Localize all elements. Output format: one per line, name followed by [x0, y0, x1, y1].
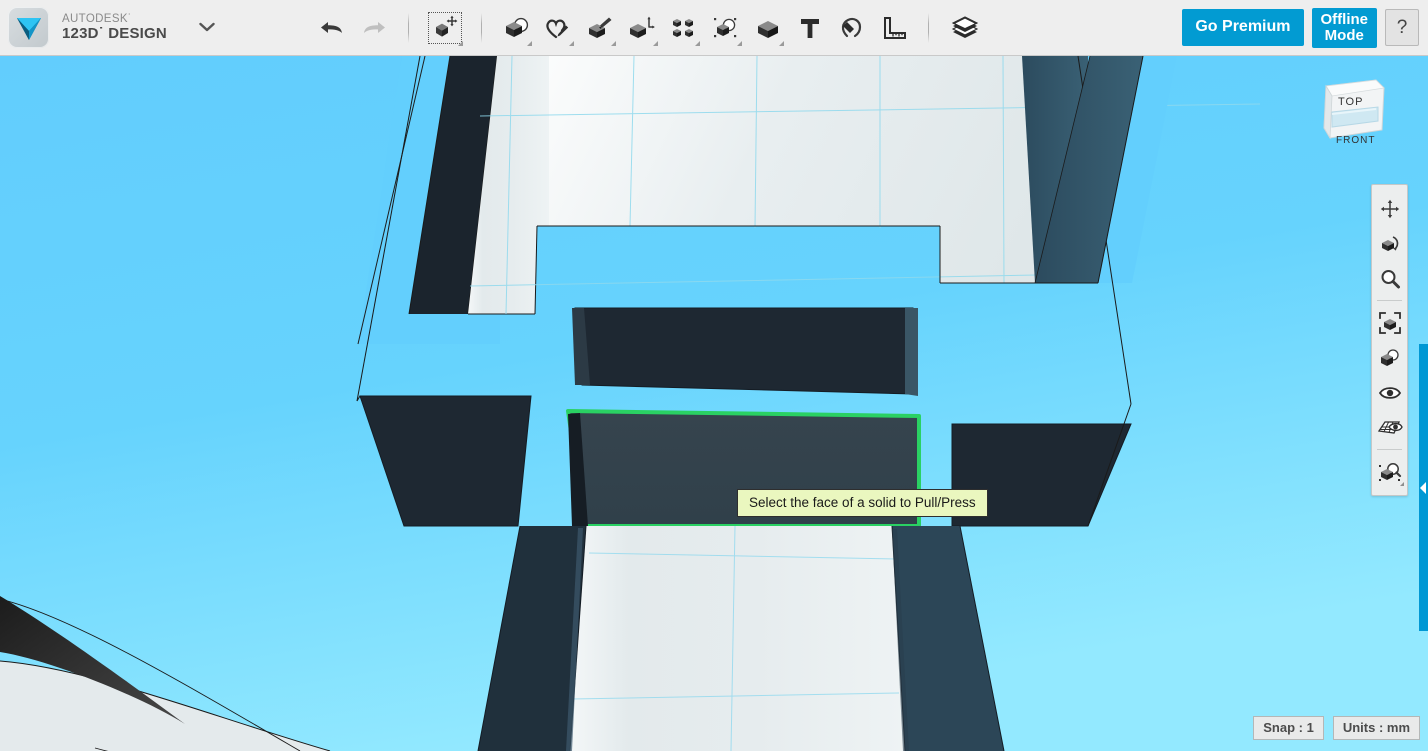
app-window: AUTODESK˙ 123D˙ DESIGN: [0, 0, 1428, 751]
units-chip[interactable]: Units : mm: [1333, 716, 1420, 740]
display-mode-button[interactable]: [1372, 454, 1407, 489]
pan-button[interactable]: [1372, 191, 1407, 226]
autodesk-123d-logo-icon: [8, 7, 49, 48]
view-cube[interactable]: TOP FRONT: [1318, 72, 1390, 152]
flyout-corner-icon: [695, 41, 700, 46]
go-premium-button[interactable]: Go Premium: [1182, 9, 1303, 46]
undo-button[interactable]: [311, 6, 353, 50]
offline-mode-button[interactable]: Offline Mode: [1312, 8, 1378, 48]
toolbar-group-modeling: [495, 6, 915, 50]
orbit-button[interactable]: [1372, 226, 1407, 261]
flyout-corner-icon: [527, 41, 532, 46]
transform-button[interactable]: [422, 6, 468, 50]
nav-separator: [1377, 449, 1402, 450]
chevron-left-icon: [1420, 482, 1426, 494]
grid-snap-button[interactable]: [1372, 410, 1407, 445]
brand-text: AUTODESK˙ 123D˙ DESIGN: [62, 13, 167, 42]
pattern-button[interactable]: [663, 6, 705, 50]
redo-button[interactable]: [353, 6, 395, 50]
toolbar-group-transform: [422, 6, 468, 50]
3d-model-scene[interactable]: [0, 56, 1428, 751]
grouping-button[interactable]: [705, 6, 747, 50]
materials-button[interactable]: [942, 6, 988, 50]
zoom-button[interactable]: [1372, 261, 1407, 296]
view-navigation-panel: [1371, 184, 1408, 496]
3d-viewport[interactable]: TOP FRONT: [0, 56, 1428, 751]
brand-line-product: 123D˙ DESIGN: [62, 26, 167, 42]
flyout-corner-icon: [737, 41, 742, 46]
toolbar-divider: [928, 13, 929, 43]
eye-icon: [1378, 384, 1402, 402]
primitives-button[interactable]: [495, 6, 537, 50]
text-button[interactable]: [789, 6, 831, 50]
measure-button[interactable]: [873, 6, 915, 50]
four-arrows-pan-icon: [1379, 198, 1401, 220]
toolbar-divider: [408, 13, 409, 43]
flyout-corner-icon: [611, 41, 616, 46]
snap-button[interactable]: [831, 6, 873, 50]
visibility-button[interactable]: [1372, 375, 1407, 410]
construct-button[interactable]: [579, 6, 621, 50]
brand: AUTODESK˙ 123D˙ DESIGN: [0, 7, 215, 48]
grid-eye-icon: [1377, 418, 1403, 438]
flyout-corner-icon: [1400, 482, 1404, 486]
nav-separator: [1377, 300, 1402, 301]
flyout-corner-icon: [779, 41, 784, 46]
help-button[interactable]: ?: [1385, 9, 1419, 46]
view-style-button[interactable]: [1372, 340, 1407, 375]
top-toolbar: AUTODESK˙ 123D˙ DESIGN: [0, 0, 1428, 56]
cube-sphere-shading-icon: [1378, 347, 1402, 369]
sketch-button[interactable]: [537, 6, 579, 50]
flyout-corner-icon: [653, 41, 658, 46]
snap-chip[interactable]: Snap : 1: [1253, 716, 1324, 740]
modify-button[interactable]: [621, 6, 663, 50]
flyout-corner-icon: [458, 41, 463, 46]
chevron-down-icon[interactable]: [199, 19, 215, 37]
panel-collapse-strip[interactable]: [1419, 344, 1428, 631]
viewport-tooltip: Select the face of a solid to Pull/Press: [737, 489, 988, 517]
combine-button[interactable]: [747, 6, 789, 50]
cube-magnifier-icon: [1378, 461, 1402, 483]
magnifier-icon: [1379, 268, 1401, 290]
brand-line-autodesk: AUTODESK˙: [62, 13, 167, 25]
toolbar-group-history: [311, 6, 395, 50]
status-bar: Snap : 1 Units : mm: [1253, 716, 1420, 740]
cube-orbit-icon: [1378, 233, 1402, 255]
fit-button[interactable]: [1372, 305, 1407, 340]
toolbar-actions: Go Premium Offline Mode ?: [1182, 8, 1428, 48]
flyout-corner-icon: [569, 41, 574, 46]
toolbar-group-materials: [942, 6, 988, 50]
cube-bracket-fit-icon: [1378, 311, 1402, 335]
toolbar-divider: [481, 13, 482, 43]
